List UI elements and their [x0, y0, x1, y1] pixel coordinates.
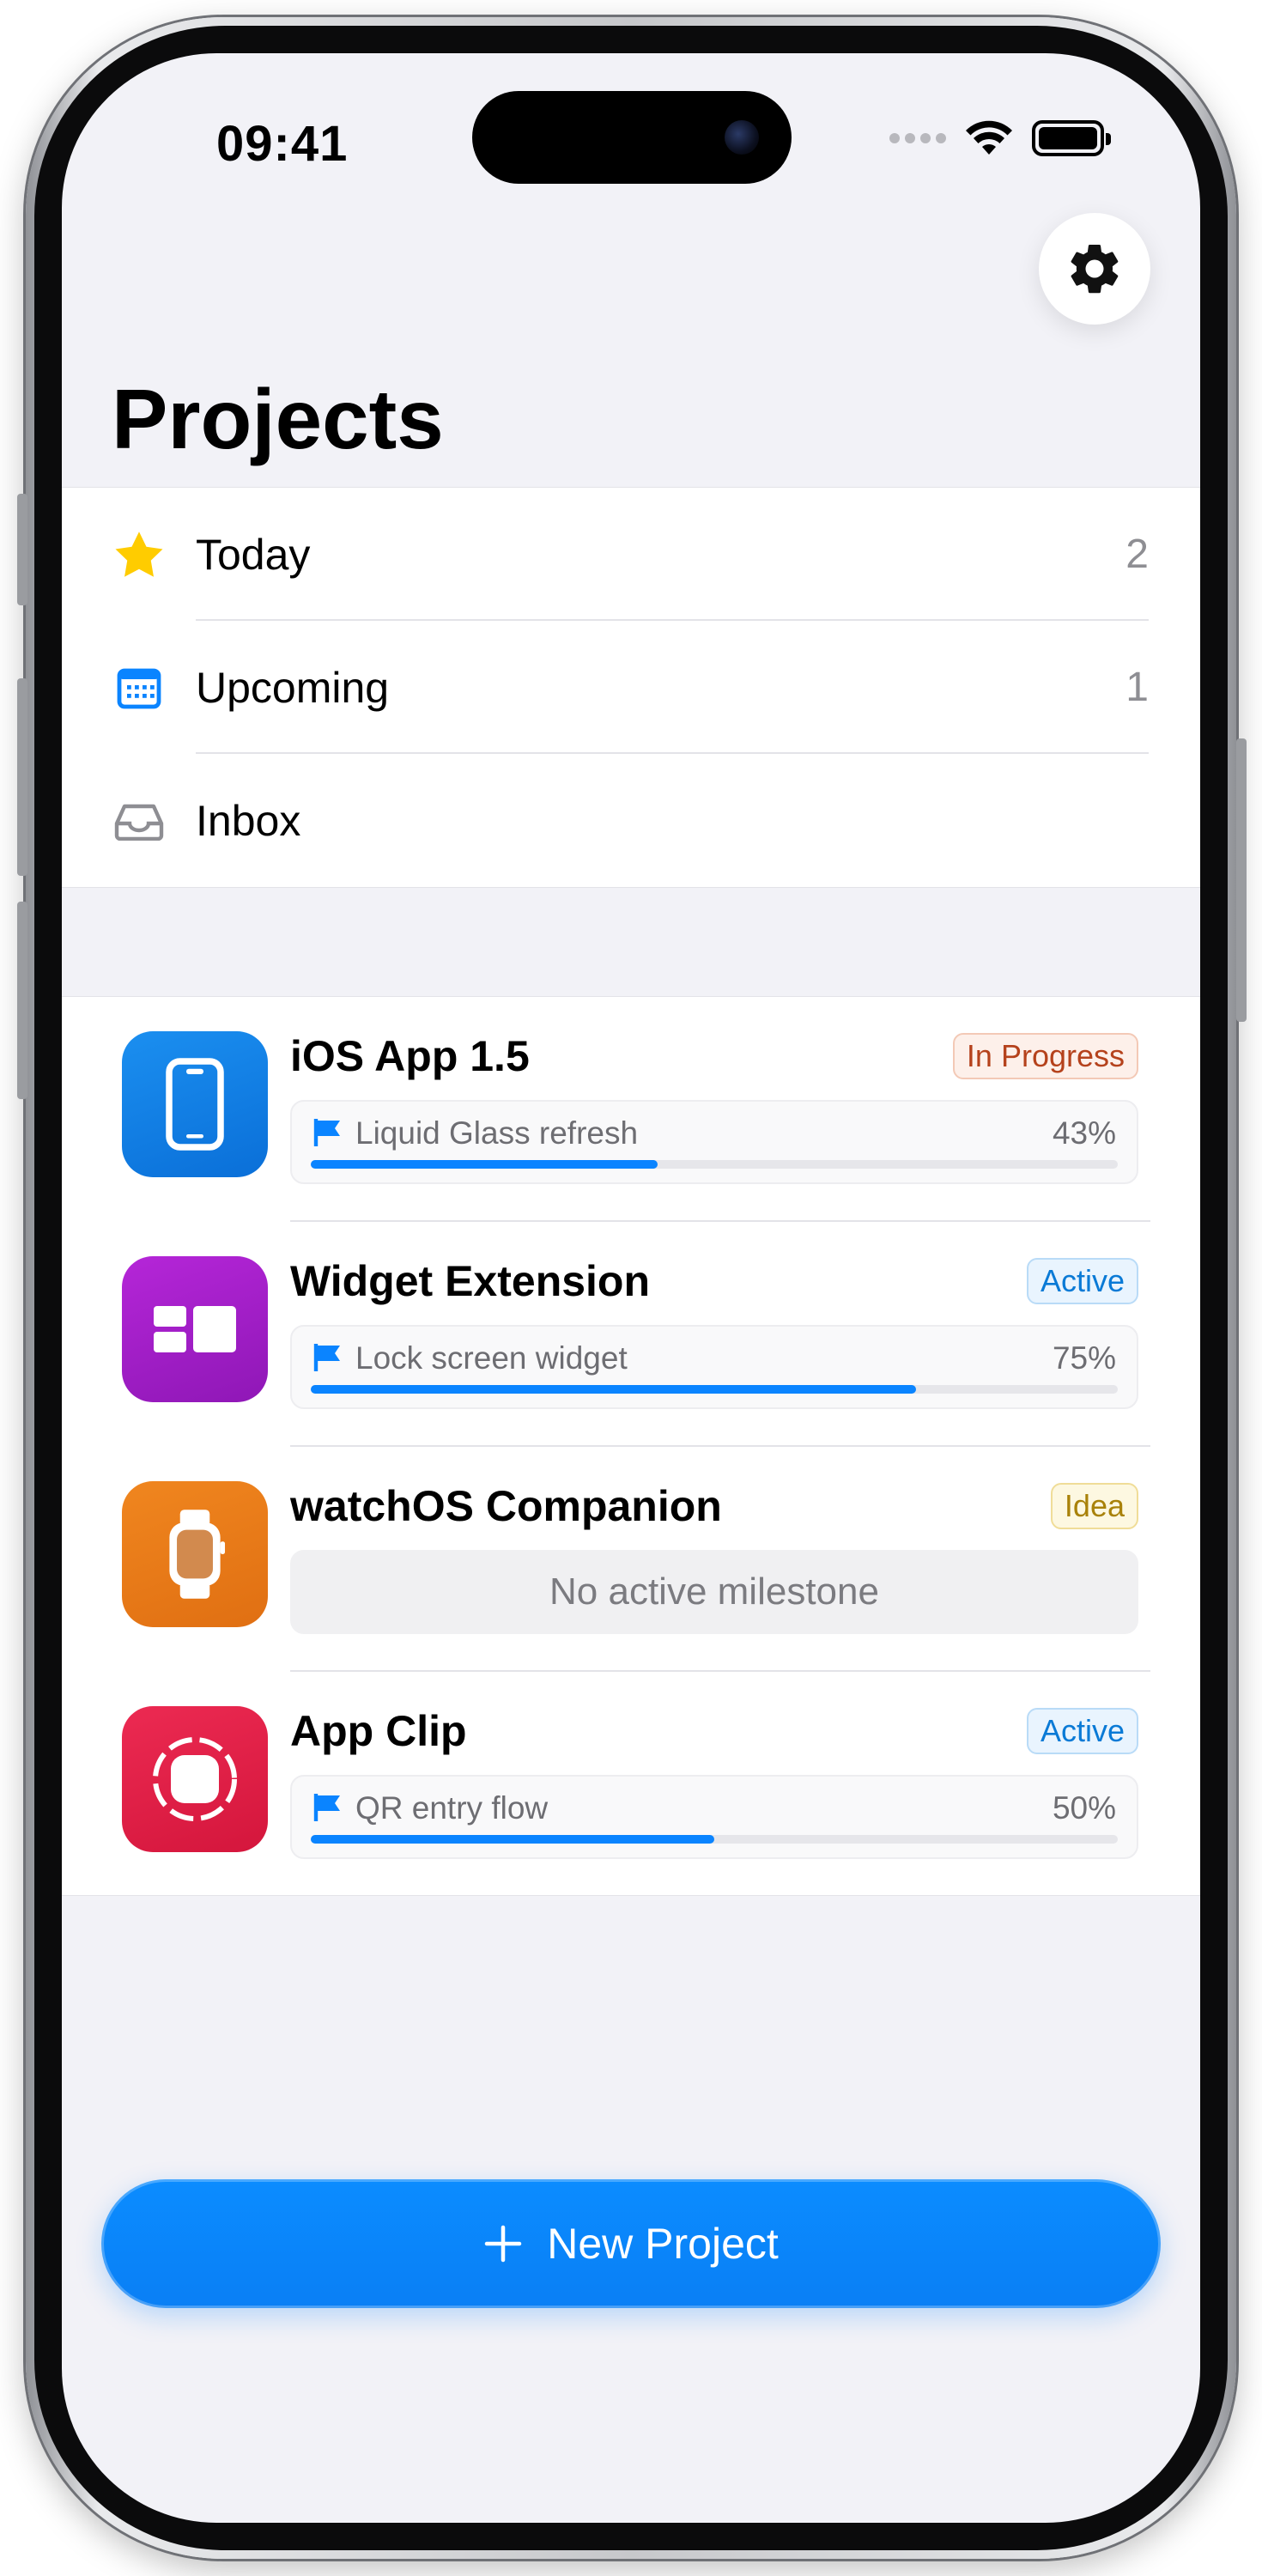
milestone-percent: 43%	[1052, 1115, 1116, 1151]
project-icon	[122, 1256, 268, 1402]
project-row[interactable]: iOS App 1.5 In Progress Liquid Glass ref…	[62, 997, 1200, 1222]
milestone-percent: 75%	[1052, 1340, 1116, 1376]
settings-button[interactable]	[1039, 213, 1150, 325]
volume-up-button	[17, 678, 27, 876]
project-title: App Clip	[290, 1707, 467, 1755]
app-clip-icon	[153, 1737, 237, 1821]
plus-icon	[484, 2225, 522, 2263]
cellular-signal-icon	[889, 133, 946, 143]
milestone-label: Lock screen widget	[355, 1340, 628, 1376]
star-icon	[115, 531, 163, 577]
project-row[interactable]: App Clip Active QR entry flow 50%	[62, 1672, 1200, 1897]
milestone-empty-state: No active milestone	[290, 1550, 1138, 1634]
status-badge: Active	[1026, 1708, 1138, 1754]
smart-list-count: 1	[1125, 665, 1149, 710]
gear-icon	[1071, 244, 1119, 294]
project-icon	[122, 1031, 268, 1177]
milestone-percent: 50%	[1052, 1790, 1116, 1826]
project-title: watchOS Companion	[290, 1482, 722, 1530]
progress-bar	[311, 1160, 658, 1169]
progress-track	[311, 1835, 1118, 1844]
action-button	[17, 494, 27, 605]
smart-list-inbox[interactable]: Inbox	[62, 754, 1200, 887]
smart-list-count: 2	[1125, 532, 1149, 577]
progress-bar	[311, 1835, 714, 1844]
status-badge: Active	[1026, 1258, 1138, 1304]
volume-down-button	[17, 902, 27, 1099]
smart-list-today[interactable]: Today 2	[62, 488, 1200, 621]
side-button	[1236, 738, 1247, 1022]
milestone-label: QR entry flow	[355, 1790, 549, 1826]
widget-icon	[154, 1306, 236, 1352]
status-time: 09:41	[216, 116, 349, 172]
project-title: Widget Extension	[290, 1257, 651, 1305]
new-project-label: New Project	[547, 2220, 779, 2268]
progress-track	[311, 1385, 1118, 1394]
page-title: Projects	[112, 372, 444, 466]
new-project-button[interactable]: New Project	[101, 2179, 1161, 2308]
project-title: iOS App 1.5	[290, 1032, 530, 1080]
project-icon	[122, 1706, 268, 1852]
flag-icon	[313, 1344, 340, 1371]
flag-icon	[313, 1119, 340, 1146]
status-indicators	[889, 120, 1111, 156]
project-list: iOS App 1.5 In Progress Liquid Glass ref…	[62, 996, 1200, 1896]
project-row[interactable]: watchOS Companion Idea No active milesto…	[62, 1447, 1200, 1672]
screen: 09:41 Projects Today 2 Upcoming 1 Inbox …	[62, 53, 1200, 2523]
calendar-icon	[117, 668, 161, 708]
battery-icon	[1032, 120, 1111, 156]
milestone-empty-label: No active milestone	[549, 1571, 879, 1613]
milestone-card: QR entry flow 50%	[290, 1775, 1138, 1859]
milestone-card: Lock screen widget 75%	[290, 1325, 1138, 1409]
flag-icon	[313, 1794, 340, 1821]
status-badge: Idea	[1050, 1483, 1138, 1529]
smart-list-label: Upcoming	[196, 663, 390, 712]
progress-track	[311, 1160, 1118, 1169]
milestone-label: Liquid Glass refresh	[355, 1115, 639, 1151]
smart-list-upcoming[interactable]: Upcoming 1	[62, 621, 1200, 754]
tray-icon	[114, 804, 164, 841]
smart-lists: Today 2 Upcoming 1 Inbox	[62, 487, 1200, 888]
progress-bar	[311, 1385, 916, 1394]
smart-list-label: Inbox	[196, 796, 301, 845]
wifi-icon	[966, 120, 1012, 155]
smart-list-label: Today	[196, 530, 311, 579]
status-badge: In Progress	[952, 1033, 1138, 1079]
camera-icon	[725, 120, 759, 155]
project-row[interactable]: Widget Extension Active Lock screen widg…	[62, 1222, 1200, 1447]
dynamic-island	[472, 91, 792, 184]
watch-icon	[169, 1510, 226, 1599]
milestone-card: Liquid Glass refresh 43%	[290, 1100, 1138, 1184]
project-icon	[122, 1481, 268, 1627]
iphone-icon	[166, 1058, 224, 1151]
